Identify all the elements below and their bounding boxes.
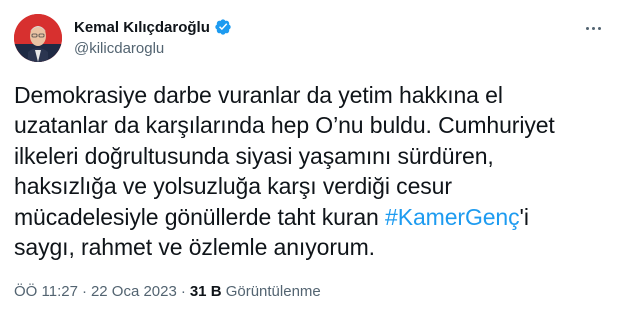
- tweet-card: Kemal Kılıçdaroğlu @kilicdaroglu Demokra…: [0, 0, 620, 322]
- tweet-header: Kemal Kılıçdaroğlu @kilicdaroglu: [14, 14, 610, 66]
- tweet-meta: ÖÖ 11:27 · 22 Oca 2023 · 31 B Görüntülenme: [14, 282, 321, 302]
- meta-separator: ·: [180, 283, 186, 300]
- profile-photo: [14, 14, 62, 62]
- dot: [597, 26, 601, 30]
- more-options-icon[interactable]: [578, 18, 608, 38]
- dot: [585, 26, 589, 30]
- views-label: Görüntülenme: [225, 283, 321, 300]
- meta-separator: ·: [81, 283, 87, 300]
- views-count: 31 B: [189, 283, 222, 300]
- hashtag-link[interactable]: #KamerGenç: [385, 204, 520, 230]
- verified-badge-icon[interactable]: [214, 18, 232, 36]
- display-name[interactable]: Kemal Kılıçdaroğlu: [74, 19, 210, 36]
- user-handle[interactable]: @kilicdaroglu: [74, 39, 232, 59]
- author-names: Kemal Kılıçdaroğlu @kilicdaroglu: [74, 17, 232, 59]
- tweet-date[interactable]: 22 Oca 2023: [91, 283, 177, 300]
- tweet-text: Demokrasiye darbe vuranlar da yetim hakk…: [14, 80, 604, 262]
- avatar[interactable]: [14, 14, 62, 62]
- tweet-time[interactable]: ÖÖ 11:27: [14, 283, 78, 300]
- display-name-row: Kemal Kılıçdaroğlu: [74, 17, 232, 37]
- dot: [591, 26, 595, 30]
